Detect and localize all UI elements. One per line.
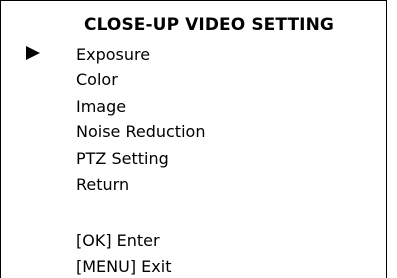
menu-item-ptz-setting[interactable]: PTZ Setting [76, 149, 169, 169]
osd-menu-panel: CLOSE-UP VIDEO SETTING Exposure Color Im… [0, 0, 387, 278]
selection-cursor-icon [26, 46, 40, 60]
menu-item-exposure[interactable]: Exposure [76, 45, 150, 65]
menu-item-image[interactable]: Image [76, 97, 126, 117]
menu-item-return[interactable]: Return [76, 175, 129, 195]
menu-item-noise-reduction[interactable]: Noise Reduction [76, 122, 205, 142]
hint-menu-exit: [MENU] Exit [76, 257, 172, 276]
menu-title: CLOSE-UP VIDEO SETTING [84, 15, 334, 35]
menu-item-color[interactable]: Color [76, 70, 118, 90]
hint-ok-enter: [OK] Enter [76, 231, 160, 250]
